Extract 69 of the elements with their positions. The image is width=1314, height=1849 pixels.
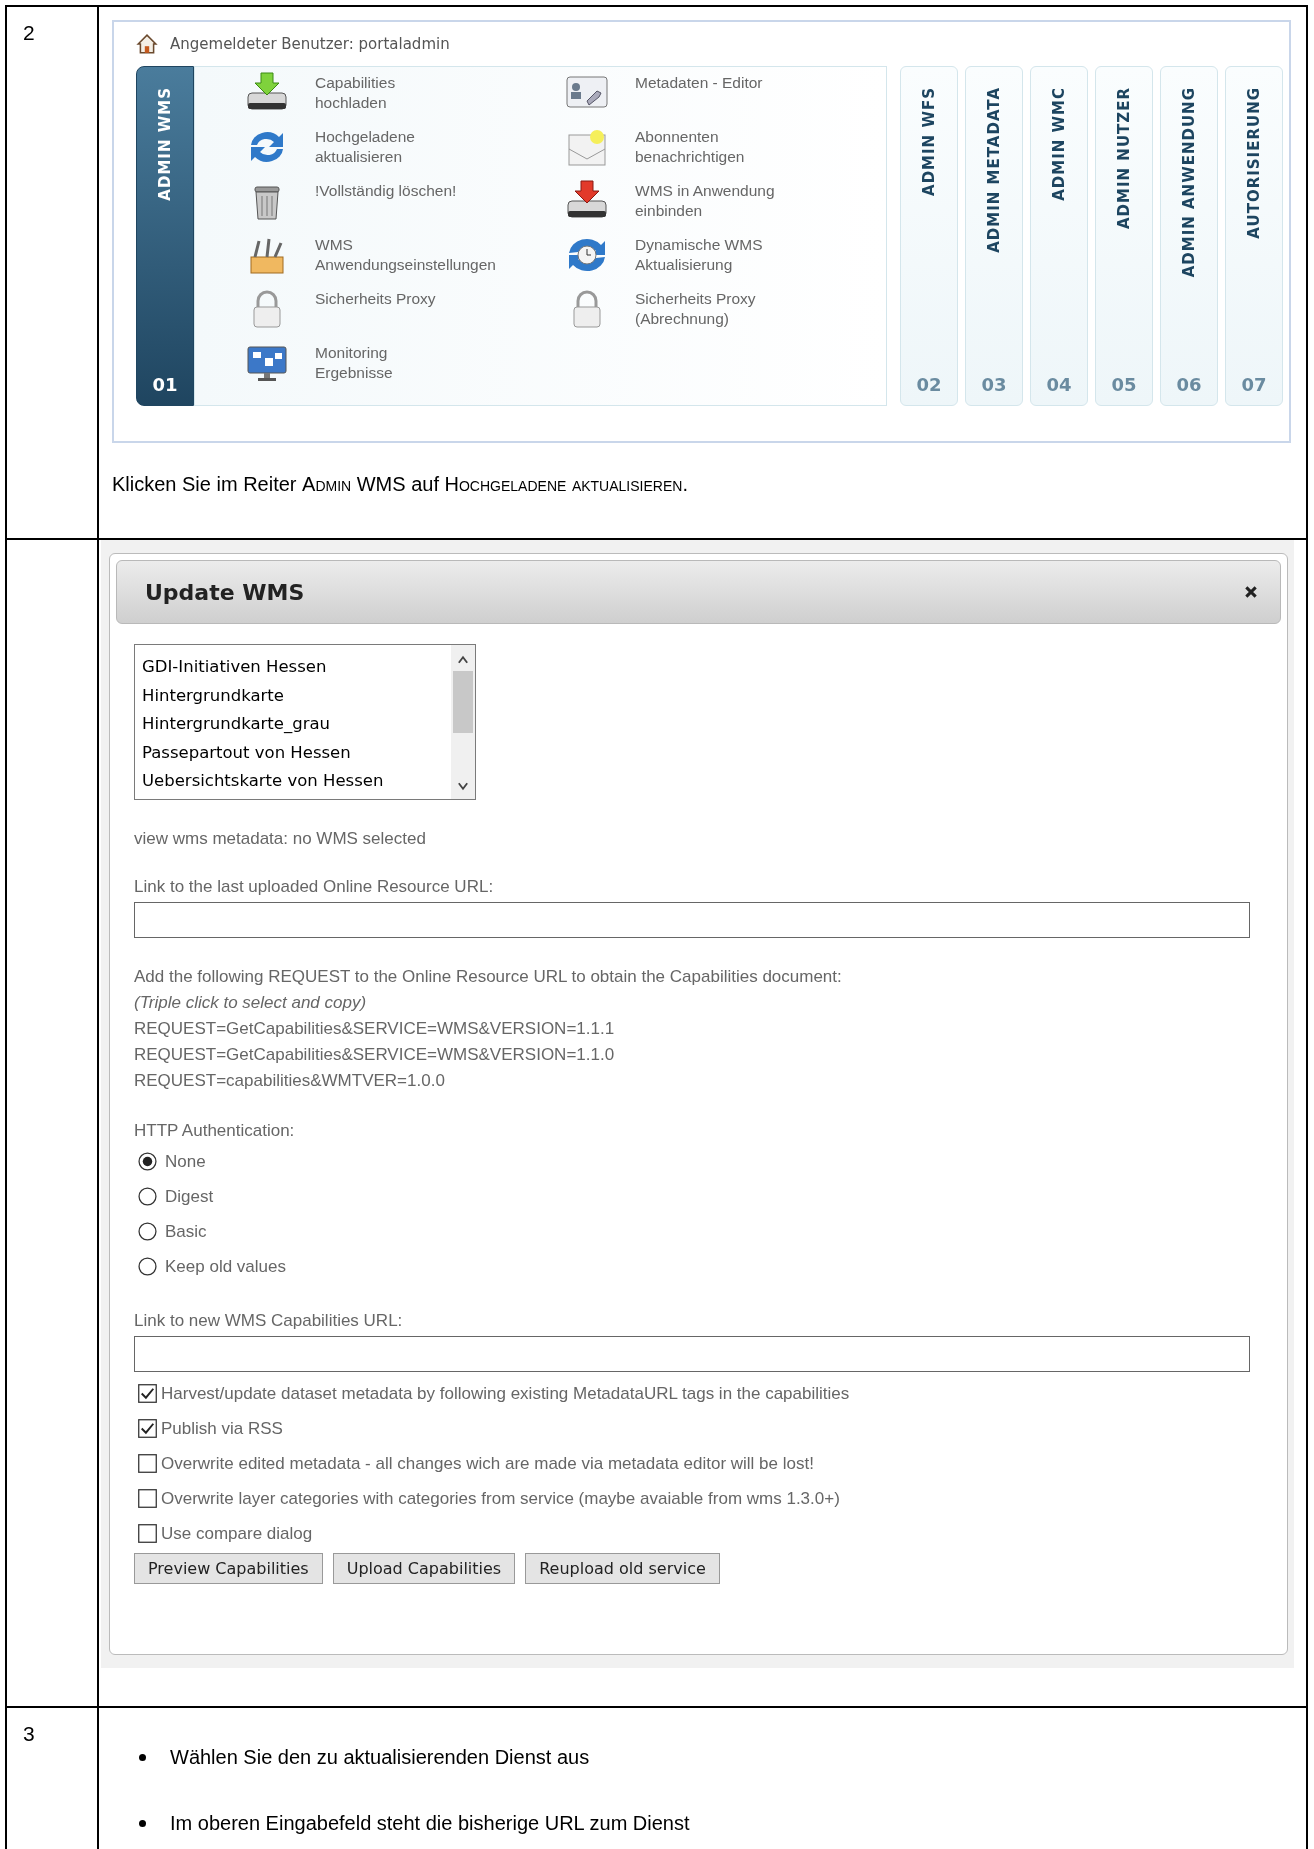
bullet-text: Im oberen Eingabefeld steht die bisherige URL zum Dienst	[170, 1811, 690, 1835]
dialog-button[interactable]: Reupload old service	[525, 1553, 720, 1584]
field-label: Link to the last uploaded Online Resource URL:	[134, 876, 495, 898]
menu-item[interactable]: Sicherheits Proxy (Abrechnung)	[635, 287, 756, 329]
vertical-tab[interactable]: AUTORISIERUNG 07	[1225, 66, 1283, 406]
checkbox[interactable]	[138, 1419, 157, 1438]
request-string[interactable]: REQUEST=GetCapabilities&SERVICE=WMS&VERSION=1.1.1	[134, 1016, 1251, 1042]
list-item[interactable]: GDI-Initiativen Hessen	[142, 653, 451, 682]
list-item[interactable]: Uebersichtskarte von Hessen	[142, 767, 451, 796]
menu-item[interactable]: Abonnenten benachrichtigen	[635, 125, 745, 167]
menu-item[interactable]: !Vollständig löschen!	[315, 179, 457, 201]
request-string[interactable]: REQUEST=capabilities&WMTVER=1.0.0	[134, 1068, 1251, 1094]
vertical-tab[interactable]: ADMIN METADATA 03	[965, 66, 1023, 406]
radio-label[interactable]: Keep old values	[165, 1253, 286, 1280]
step-number: 2	[23, 21, 35, 44]
checkbox-label[interactable]: Use compare dialog	[161, 1520, 313, 1547]
dialog-button[interactable]: Upload Capabilities	[332, 1553, 516, 1584]
checkbox-label[interactable]: Overwrite layer categories with categories from service (maybe avaiable from wms 1.3.0+)	[161, 1485, 840, 1512]
checkbox[interactable]	[138, 1489, 157, 1508]
step-number: 3	[23, 1722, 35, 1745]
checkbox-label[interactable]: Publish via RSS	[161, 1415, 283, 1442]
radio-label[interactable]: Basic	[165, 1218, 207, 1245]
list-item[interactable]: Hintergrundkarte	[142, 681, 451, 710]
radio-button[interactable]	[138, 1187, 157, 1206]
radio-button[interactable]	[138, 1257, 157, 1276]
vertical-tab[interactable]: ADMIN ANWENDUNG 06	[1160, 66, 1218, 406]
field-label: Link to new WMS Capabilities URL:	[134, 1310, 404, 1332]
menu-item[interactable]: WMS Anwendungseinstellungen	[315, 233, 496, 275]
instruction-text: Klicken Sie im Reiter Admin WMS auf Hochgeladene aktualisieren.	[112, 473, 689, 496]
bullet-icon	[139, 1819, 146, 1827]
auth-label: HTTP Authentication:	[134, 1120, 296, 1142]
request-string[interactable]: REQUEST=GetCapabilities&SERVICE=WMS&VERSION=1.1.0	[134, 1042, 1251, 1068]
vertical-tab[interactable]: ADMIN WFS 02	[900, 66, 958, 406]
scroll-thumb[interactable]	[453, 671, 473, 733]
scrollbar[interactable]	[451, 645, 475, 799]
vertical-tab[interactable]: ADMIN WMC 04	[1030, 66, 1088, 406]
radio-label[interactable]: None	[165, 1148, 206, 1175]
metadata-status: view wms metadata: no WMS selected	[134, 828, 427, 850]
menu-item[interactable]: WMS in Anwendung einbinden	[635, 179, 775, 221]
list-item[interactable]: Hintergrundkarte_grau	[142, 710, 451, 739]
house-icon	[136, 33, 158, 55]
vertical-tab[interactable]: ADMIN NUTZER 05	[1095, 66, 1153, 406]
radio-button[interactable]	[138, 1222, 157, 1241]
menu-item[interactable]: Dynamische WMS Aktualisierung	[635, 233, 763, 275]
request-intro: Add the following REQUEST to the Online Resource URL to obtain the Capabilities document:	[134, 966, 843, 988]
input-field[interactable]	[134, 1336, 1250, 1372]
dialog-title: Update WMS	[145, 579, 305, 605]
request-hint: (Triple click to select and copy)	[134, 992, 368, 1014]
dialog-button[interactable]: Preview Capabilities	[134, 1553, 323, 1584]
bullet-text: Wählen Sie den zu aktualisierenden Dienst aus	[170, 1745, 590, 1769]
radio-button[interactable]	[138, 1152, 157, 1171]
vertical-tab[interactable]: ADMIN WMS 01	[136, 66, 194, 406]
menu-item[interactable]: Monitoring Ergebnisse	[315, 341, 393, 383]
checkbox-label[interactable]: Harvest/update dataset metadata by following existing MetadataURL tags in the capabilities	[161, 1380, 850, 1407]
menu-item[interactable]: Metadaten - Editor	[635, 71, 763, 93]
checkbox[interactable]	[138, 1524, 157, 1543]
menu-item[interactable]: Sicherheits Proxy	[315, 287, 436, 309]
checkbox[interactable]	[138, 1384, 157, 1403]
input-field[interactable]	[134, 902, 1250, 938]
service-list[interactable]: GDI-Initiativen Hessen Hintergrundkarte Hintergrundkarte_grau Passepartout von Hessen Uebersichtskarte von Hessen	[134, 644, 476, 800]
radio-label[interactable]: Digest	[165, 1183, 214, 1210]
close-icon[interactable]	[1244, 585, 1258, 599]
list-item[interactable]: Passepartout von Hessen	[142, 738, 451, 767]
bullet-icon	[139, 1753, 146, 1761]
checkbox-label[interactable]: Overwrite edited metadata - all changes wich are made via metadata editor will be lost!	[161, 1450, 814, 1477]
logged-in-user: Angemeldeter Benutzer: portaladmin	[170, 35, 450, 53]
menu-item[interactable]: Hochgeladene aktualisieren	[315, 125, 415, 167]
menu-item[interactable]: Capabilities hochladen	[315, 71, 396, 113]
checkbox[interactable]	[138, 1454, 157, 1473]
